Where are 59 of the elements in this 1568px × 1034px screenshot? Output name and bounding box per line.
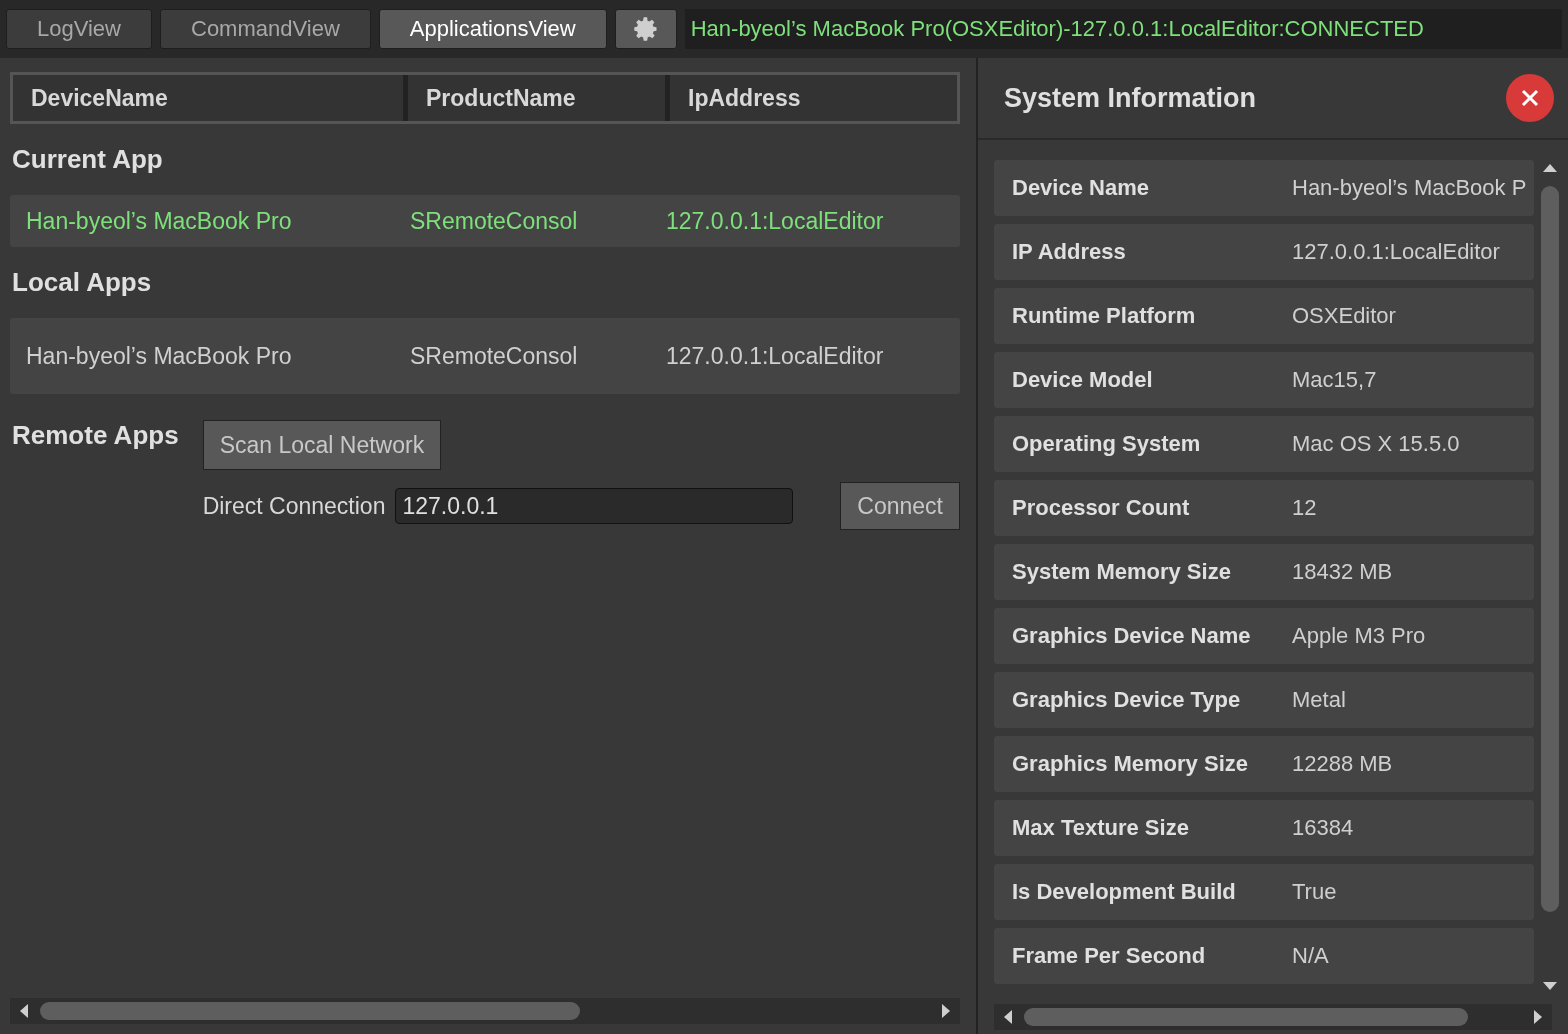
address-field[interactable]: 127.0.0.1 <box>395 488 794 524</box>
direct-connection-label: Direct Connection <box>202 492 386 520</box>
scroll-right-icon[interactable] <box>1532 1008 1544 1026</box>
info-value: N/A <box>1292 943 1330 969</box>
info-value: Metal <box>1292 687 1347 713</box>
column-header[interactable]: ProductName <box>403 75 665 121</box>
info-label: Graphics Memory Size <box>1012 751 1249 777</box>
scroll-left-icon[interactable] <box>1002 1008 1014 1026</box>
product-name: SRemoteConsol <box>410 342 579 370</box>
section-title: Remote Apps <box>12 420 179 452</box>
connection-status: Han-byeol’s MacBook Pro(OSXEditor)-127.0.0.1:LocalEditor:CONNECTED <box>684 9 1562 49</box>
scroll-left-icon[interactable] <box>18 1002 30 1020</box>
info-label: Device Model <box>1012 367 1154 393</box>
info-label: Device Name <box>1012 175 1150 201</box>
horizontal-scrollbar[interactable] <box>994 1004 1552 1030</box>
device-name: Han-byeol’s MacBook Pro <box>26 207 293 235</box>
section-title: Current App <box>12 144 164 175</box>
column-header[interactable]: DeviceName <box>13 75 403 121</box>
product-name: SRemoteConsol <box>410 207 579 235</box>
horizontal-scrollbar[interactable] <box>10 998 960 1024</box>
scan-button[interactable]: Scan Local Network <box>202 420 442 470</box>
app-row[interactable]: Han-byeol’s MacBook Pro SRemoteConsol 127.0.0.1:LocalEditor <box>10 195 960 247</box>
panel-title: System Information <box>1004 82 1257 114</box>
info-label: Graphics Device Name <box>1012 623 1252 649</box>
info-value: Han-byeol’s MacBook P <box>1292 175 1528 201</box>
info-value: 18432 MB <box>1292 559 1394 585</box>
section-title: Local Apps <box>12 267 153 298</box>
info-value: 127.0.0.1:LocalEditor <box>1292 239 1501 265</box>
info-label: Operating System <box>1012 431 1202 457</box>
scroll-right-icon[interactable] <box>940 1002 952 1020</box>
info-label: Is Development Build <box>1012 879 1237 905</box>
tab[interactable]: LogView <box>6 9 152 49</box>
column-header[interactable]: IpAddress <box>665 75 957 121</box>
device-name: Han-byeol’s MacBook Pro <box>26 342 293 370</box>
info-value: 12 <box>1292 495 1318 521</box>
settings-icon <box>631 15 660 43</box>
info-value: OSXEditor <box>1292 303 1397 329</box>
info-label: Max Texture Size <box>1012 815 1190 841</box>
tab[interactable]: CommandView <box>160 9 371 49</box>
close-icon <box>1520 88 1540 108</box>
info-label: System Memory Size <box>1012 559 1232 585</box>
tab[interactable]: ApplicationsView <box>378 9 607 49</box>
info-label: IP Address <box>1012 239 1127 265</box>
info-value: 16384 <box>1292 815 1355 841</box>
info-value: Mac15,7 <box>1292 367 1378 393</box>
info-label: Frame Per Second <box>1012 943 1207 969</box>
info-label: Graphics Device Type <box>1012 687 1242 713</box>
connect-button[interactable]: Connect <box>840 482 960 530</box>
info-value: Apple M3 Pro <box>1292 623 1427 649</box>
info-value: 12288 MB <box>1292 751 1394 777</box>
info-value: True <box>1292 879 1338 905</box>
ip-address: 127.0.0.1:LocalEditor <box>666 342 885 370</box>
ip-address: 127.0.0.1:LocalEditor <box>666 207 885 235</box>
app-row[interactable]: Han-byeol’s MacBook Pro SRemoteConsol 127.0.0.1:LocalEditor <box>10 318 960 394</box>
info-label: Processor Count <box>1012 495 1191 521</box>
close-button[interactable] <box>1506 74 1554 122</box>
info-label: Runtime Platform <box>1012 303 1197 329</box>
settings-button[interactable] <box>614 9 677 49</box>
info-value: Mac OS X 15.5.0 <box>1292 431 1461 457</box>
